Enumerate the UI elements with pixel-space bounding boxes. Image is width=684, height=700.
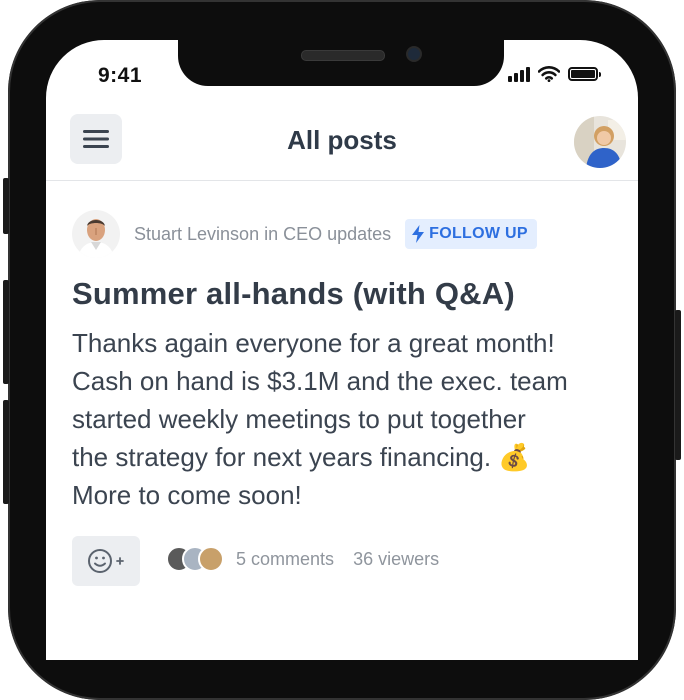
post-body-line: the strategy for next years financing. 💰 [72, 442, 531, 472]
author-avatar[interactable] [72, 210, 120, 258]
phone-side-button [3, 178, 9, 234]
phone-power-button [675, 310, 681, 460]
add-reaction-icon [88, 549, 124, 573]
page-title: All posts [287, 125, 397, 155]
wifi-icon [538, 66, 560, 82]
follow-up-tag[interactable]: FOLLOW UP [405, 219, 537, 249]
phone-volume-button [3, 280, 9, 384]
post-meta: 5 comments 36 viewers [166, 546, 453, 572]
post-body-line: started weekly meetings to put together [72, 404, 526, 434]
post-author-row: Stuart Levinson in CEO updates FOLLOW UP [72, 210, 537, 258]
post-body-line: Thanks again everyone for a great month! [72, 328, 555, 358]
tag-label: FOLLOW UP [429, 225, 528, 242]
top-bar: All posts [46, 104, 638, 181]
add-reaction-button[interactable] [72, 536, 140, 586]
viewers-count[interactable]: 36 viewers [353, 549, 439, 569]
post-title[interactable]: Summer all-hands (with Q&A) [72, 276, 515, 312]
author-name[interactable]: Stuart Levinson in CEO updates [134, 224, 391, 245]
phone-camera [406, 46, 422, 62]
battery-icon [568, 67, 601, 81]
viewer-avatar [198, 546, 224, 572]
post-body-line: Cash on hand is $3.1M and the exec. team [72, 366, 568, 396]
lightning-icon [412, 225, 425, 243]
phone-speaker [301, 50, 385, 61]
status-icons [508, 66, 601, 82]
phone-notch [178, 38, 504, 86]
status-time: 9:41 [98, 64, 143, 87]
post-body: Thanks again everyone for a great month!… [72, 324, 628, 514]
phone-volume-button [3, 400, 9, 504]
comments-count[interactable]: 5 comments [236, 549, 334, 569]
user-avatar[interactable] [574, 116, 626, 168]
signal-icon [508, 66, 530, 82]
post-body-line: More to come soon! [72, 480, 302, 510]
